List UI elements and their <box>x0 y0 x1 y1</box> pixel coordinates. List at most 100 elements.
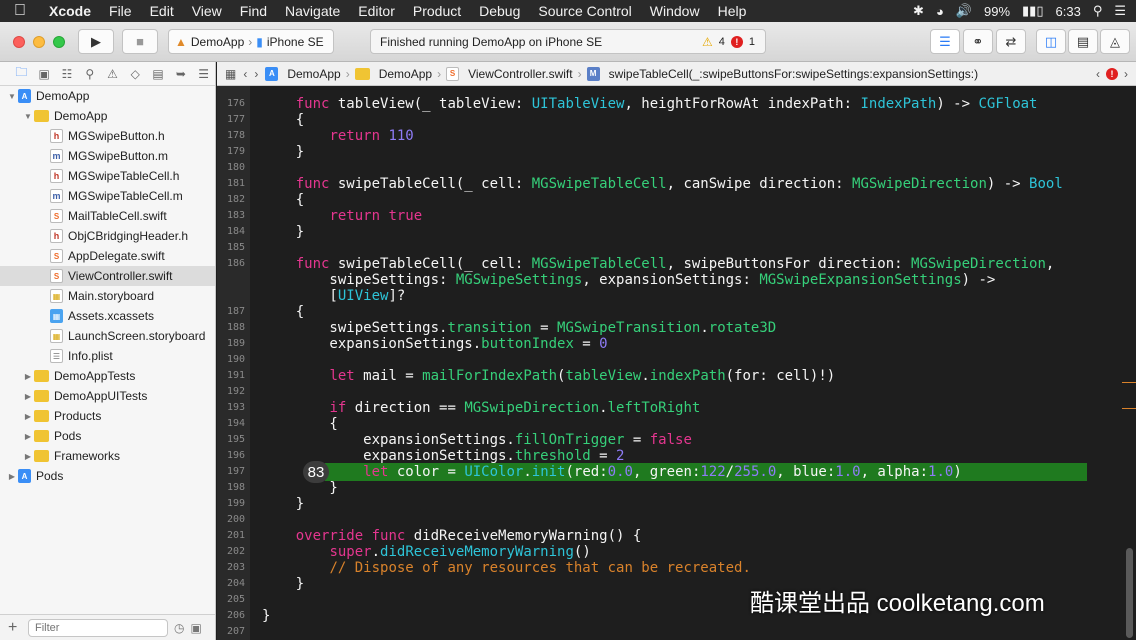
toggle-navigator-button[interactable]: ◫ <box>1036 29 1066 54</box>
code-line[interactable]: 185 <box>217 240 1136 256</box>
code-line[interactable]: 202 super.didReceiveMemoryWarning() <box>217 544 1136 560</box>
forward-icon[interactable]: › <box>254 67 258 81</box>
code-line[interactable]: 197 let color = UIColor.init(red:0.0, gr… <box>217 464 1136 480</box>
file-tree-item[interactable]: ▦ LaunchScreen.storyboard <box>0 326 215 346</box>
code-line[interactable]: 177 { <box>217 112 1136 128</box>
close-window-button[interactable] <box>13 36 25 48</box>
file-tree-item[interactable]: ▶ A Pods <box>0 466 215 486</box>
standard-editor-button[interactable]: ☰ <box>930 29 960 54</box>
back-icon[interactable]: ‹ <box>243 67 247 81</box>
code-line[interactable]: 188 swipeSettings.transition = MGSwipeTr… <box>217 320 1136 336</box>
test-icon[interactable]: ◇ <box>124 67 147 81</box>
zoom-window-button[interactable] <box>53 36 65 48</box>
filter-input[interactable] <box>28 618 168 637</box>
source-control-icon[interactable]: ▣ <box>33 67 56 81</box>
battery-icon[interactable]: ▮▮▯ <box>1022 3 1043 19</box>
breadcrumb-group[interactable]: DemoApp <box>354 67 432 81</box>
add-file-icon[interactable]: + <box>8 619 22 637</box>
code-line[interactable]: 189 expansionSettings.buttonIndex = 0 <box>217 336 1136 352</box>
wifi-icon[interactable]: ◕ <box>936 4 944 19</box>
file-tree-item[interactable]: h ObjCBridgingHeader.h <box>0 226 215 246</box>
code-line[interactable]: 201 override func didReceiveMemoryWarnin… <box>217 528 1136 544</box>
disclosure-closed-icon[interactable]: ▶ <box>22 432 34 441</box>
menu-find[interactable]: Find <box>231 3 276 19</box>
file-tree-item[interactable]: ▶ DemoAppTests <box>0 366 215 386</box>
breadcrumb-project[interactable]: A DemoApp <box>265 66 341 81</box>
run-button[interactable]: ▶ <box>78 29 114 54</box>
disclosure-open-icon[interactable]: ▼ <box>22 112 34 121</box>
notification-center-icon[interactable]: ☰ <box>1114 3 1126 19</box>
stop-button[interactable]: ■ <box>122 29 158 54</box>
code-line[interactable]: 183 return true <box>217 208 1136 224</box>
breadcrumb-method[interactable]: M swipeTableCell(_:swipeButtonsFor:swipe… <box>586 66 978 81</box>
code-line[interactable]: 181 func swipeTableCell(_ cell: MGSwipeT… <box>217 176 1136 192</box>
breadcrumb-file[interactable]: S ViewController.swift <box>446 66 573 81</box>
menu-edit[interactable]: Edit <box>141 3 183 19</box>
disclosure-closed-icon[interactable]: ▶ <box>22 452 34 461</box>
code-line[interactable]: 207 <box>217 624 1136 640</box>
file-tree-item[interactable]: ▶ Pods <box>0 426 215 446</box>
menu-product[interactable]: Product <box>404 3 470 19</box>
code-line[interactable]: 187 { <box>217 304 1136 320</box>
file-tree-item[interactable]: h MGSwipeTableCell.h <box>0 166 215 186</box>
file-tree-item[interactable]: S MailTableCell.swift <box>0 206 215 226</box>
file-tree-item[interactable]: S ViewController.swift <box>0 266 215 286</box>
file-tree-item[interactable]: h MGSwipeButton.h <box>0 126 215 146</box>
menu-source-control[interactable]: Source Control <box>529 3 640 19</box>
modified-files-icon[interactable]: ▣ <box>190 621 201 635</box>
menu-xcode[interactable]: Xcode <box>40 3 100 19</box>
disclosure-closed-icon[interactable]: ▶ <box>22 372 34 381</box>
symbol-icon[interactable]: ☷ <box>56 67 79 81</box>
code-line[interactable]: [UIView]? <box>217 288 1136 304</box>
file-tree-item[interactable]: ▼ DemoApp <box>0 106 215 126</box>
issue-badges[interactable]: ⚠ 4 ! 1 <box>702 30 755 53</box>
file-tree-item[interactable]: ▼ A DemoApp <box>0 86 215 106</box>
code-line[interactable]: 193 if direction == MGSwipeDirection.lef… <box>217 400 1136 416</box>
file-tree-item[interactable]: m MGSwipeButton.m <box>0 146 215 166</box>
code-line[interactable]: 192 <box>217 384 1136 400</box>
code-line[interactable]: swipeSettings: MGSwipeSettings, expansio… <box>217 272 1136 288</box>
toggle-debug-area-button[interactable]: ▤ <box>1068 29 1098 54</box>
spotlight-icon[interactable]: ⚲ <box>1093 3 1103 19</box>
error-icon[interactable]: ! <box>1106 67 1118 80</box>
debug-icon[interactable]: ▤ <box>147 67 170 81</box>
code-line[interactable]: 203 // Dispose of any resources that can… <box>217 560 1136 576</box>
related-items-icon[interactable]: ▦ <box>225 67 236 81</box>
file-tree-item[interactable]: ▶ DemoAppUITests <box>0 386 215 406</box>
previous-issue-icon[interactable]: ‹ <box>1096 67 1100 81</box>
code-line[interactable]: 195 expansionSettings.fillOnTrigger = fa… <box>217 432 1136 448</box>
code-line[interactable]: 178 return 110 <box>217 128 1136 144</box>
menu-window[interactable]: Window <box>641 3 709 19</box>
version-editor-button[interactable]: ⇄ <box>996 29 1026 54</box>
code-line[interactable]: 194 { <box>217 416 1136 432</box>
file-tree-item[interactable]: ▶ Frameworks <box>0 446 215 466</box>
issue-icon[interactable]: ⚠ <box>101 67 124 81</box>
volume-icon[interactable]: 🔊 <box>956 3 972 19</box>
code-line[interactable]: 191 let mail = mailForIndexPath(tableVie… <box>217 368 1136 384</box>
code-line[interactable]: 204 } <box>217 576 1136 592</box>
code-line[interactable]: 179 } <box>217 144 1136 160</box>
menu-editor[interactable]: Editor <box>349 3 404 19</box>
apple-menu-icon[interactable]:  <box>0 2 40 20</box>
minimize-window-button[interactable] <box>33 36 45 48</box>
disclosure-closed-icon[interactable]: ▶ <box>22 392 34 401</box>
file-tree-item[interactable]: S AppDelegate.swift <box>0 246 215 266</box>
disclosure-closed-icon[interactable]: ▶ <box>22 412 34 421</box>
code-line[interactable]: 199 } <box>217 496 1136 512</box>
bluetooth-icon[interactable]: ✱ <box>913 3 924 19</box>
code-line[interactable]: 196 expansionSettings.threshold = 2 <box>217 448 1136 464</box>
code-line[interactable]: 180 <box>217 160 1136 176</box>
menu-file[interactable]: File <box>100 3 141 19</box>
code-line[interactable]: 206} <box>217 608 1136 624</box>
disclosure-closed-icon[interactable]: ▶ <box>6 472 18 481</box>
code-line[interactable]: 184 } <box>217 224 1136 240</box>
code-line[interactable]: 190 <box>217 352 1136 368</box>
menu-debug[interactable]: Debug <box>470 3 529 19</box>
recent-files-icon[interactable]: ◷ <box>174 621 184 635</box>
file-tree-item[interactable]: ☰ Info.plist <box>0 346 215 366</box>
code-line[interactable]: 176 func tableView(_ tableView: UITableV… <box>217 96 1136 112</box>
source-editor[interactable]: 酷课堂出品 coolketang.com 176 func tableView(… <box>217 86 1136 640</box>
file-tree-item[interactable]: m MGSwipeTableCell.m <box>0 186 215 206</box>
toggle-utilities-button[interactable]: ◬ <box>1100 29 1130 54</box>
next-issue-icon[interactable]: › <box>1124 67 1128 81</box>
